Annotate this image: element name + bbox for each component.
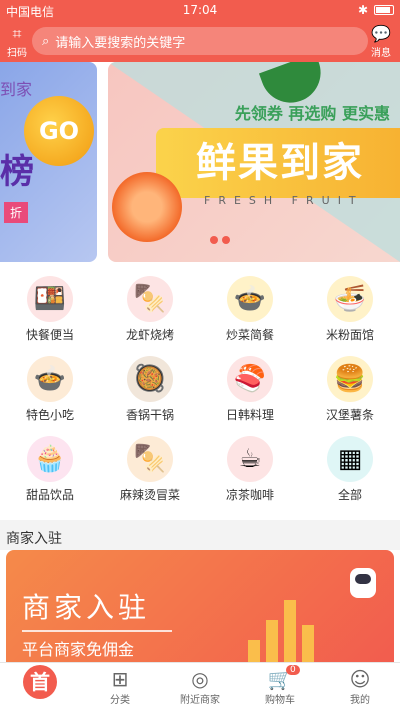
banner-title: 鲜果到家 — [156, 128, 400, 198]
status-bar: 中国电信 17:04 ✱ — [0, 0, 400, 22]
category-label: 香锅干锅 — [125, 408, 174, 422]
cart-badge: 0 — [286, 665, 300, 675]
bars-decoration — [248, 600, 314, 670]
robot-icon — [350, 568, 376, 598]
banner-left-big: 榜 — [0, 152, 34, 192]
tab-label: 我的 — [350, 695, 370, 706]
tab-label: 购物车 — [265, 695, 295, 706]
app-header: ⌗ 扫码 ⌕ 请输入要搜索的关键字 💬 消息 — [0, 22, 400, 62]
category-label: 麻辣烫冒菜 — [119, 488, 180, 502]
category-icon: 🍲 — [227, 276, 273, 322]
tab-nearby[interactable]: ◎ 附近商家 — [160, 663, 240, 711]
category-item[interactable]: 🍲 特色小吃 — [0, 350, 100, 430]
banner-left[interactable]: 到家 榜 GO 折 — [0, 62, 97, 262]
banner-left-sub: 折 — [4, 202, 29, 223]
tab-mine[interactable]: ☺ 我的 — [320, 663, 400, 711]
go-badge: GO — [24, 96, 94, 166]
section-title: 商家入驻 — [0, 520, 400, 550]
category-icon: 🍣 — [227, 356, 273, 402]
category-label: 日韩料理 — [225, 408, 274, 422]
category-icon: ☕ — [227, 436, 273, 482]
category-item[interactable]: 🍢 龙虾烧烤 — [100, 270, 200, 350]
orange-image — [112, 172, 182, 242]
battery-icon — [374, 5, 394, 15]
scan-button[interactable]: ⌗ 扫码 — [2, 24, 32, 59]
home-icon: 首 — [23, 665, 57, 699]
category-icon: 🍱 — [27, 276, 73, 322]
scan-icon: ⌗ — [12, 24, 22, 43]
category-item[interactable]: 🍢 麻辣烫冒菜 — [100, 430, 200, 510]
category-item[interactable]: ▦ 全部 — [300, 430, 400, 510]
category-label: 特色小吃 — [25, 408, 74, 422]
category-label: 全部 — [337, 488, 362, 502]
category-icon: ⊞ — [111, 667, 129, 691]
category-icon: 🍜 — [327, 276, 373, 322]
category-label: 凉茶咖啡 — [225, 488, 274, 502]
category-item[interactable]: 🍱 快餐便当 — [0, 270, 100, 350]
category-icon: 🧁 — [27, 436, 73, 482]
category-grid: 🍱 快餐便当 🍢 龙虾烧烤 🍲 炒菜简餐 🍜 米粉面馆 🍲 特色小吃 🥘 香锅干锅 🍣 日韩料理 🍔 汉堡薯条… — [0, 270, 400, 520]
category-icon: 🥘 — [127, 356, 173, 402]
category-label: 甜品饮品 — [25, 488, 74, 502]
tab-label: 附近商家 — [180, 695, 220, 706]
tab-category[interactable]: ⊞ 分类 — [80, 663, 160, 711]
merchant-title: 商家入驻 — [22, 591, 151, 624]
mine-icon: ☺ — [349, 667, 371, 691]
message-icon: 💬 — [371, 24, 391, 43]
category-label: 快餐便当 — [25, 328, 74, 342]
messages-label: 消息 — [371, 48, 391, 59]
scan-label: 扫码 — [7, 48, 27, 59]
divider — [22, 630, 172, 632]
tab-label: 分类 — [110, 695, 130, 706]
category-icon: 🍲 — [27, 356, 73, 402]
category-icon: 🍔 — [327, 356, 373, 402]
banner-slogan: 先领券 再选购 更实惠 — [234, 104, 390, 123]
tab-home[interactable]: 首 — [0, 663, 80, 711]
search-icon: ⌕ — [42, 33, 50, 49]
category-item[interactable]: 🍜 米粉面馆 — [300, 270, 400, 350]
category-label: 炒菜简餐 — [225, 328, 274, 342]
time-label: 17:04 — [182, 3, 218, 17]
search-placeholder: 请输入要搜索的关键字 — [55, 35, 186, 51]
category-label: 龙虾烧烤 — [125, 328, 174, 342]
tab-bar: 首 ⊞ 分类 ◎ 附近商家 🛒 购物车 0 ☺ 我的 — [0, 662, 400, 711]
merchant-line1: 平台商家免佣金 — [22, 640, 135, 659]
category-icon: ▦ — [327, 436, 373, 482]
category-label: 米粉面馆 — [325, 328, 374, 342]
carousel-dots — [210, 236, 230, 244]
category-item[interactable]: 🍲 炒菜简餐 — [200, 270, 300, 350]
category-item[interactable]: 🍔 汉堡薯条 — [300, 350, 400, 430]
cart-icon: 🛒 — [267, 667, 293, 691]
banner-left-tag: 到家 — [0, 80, 33, 99]
category-item[interactable]: 🧁 甜品饮品 — [0, 430, 100, 510]
bluetooth-icon: ✱ — [357, 3, 368, 17]
nearby-icon: ◎ — [191, 667, 209, 691]
tab-cart[interactable]: 🛒 购物车 0 — [240, 663, 320, 711]
category-label: 汉堡薯条 — [325, 408, 374, 422]
banner-english: FRESH FRUIT — [204, 194, 364, 207]
category-icon: 🍢 — [127, 436, 173, 482]
banner-main[interactable]: 先领券 再选购 更实惠 鲜果到家 FRESH FRUIT — [108, 62, 400, 262]
status-icons: ✱ — [358, 3, 394, 17]
messages-button[interactable]: 💬 消息 — [366, 24, 396, 59]
category-item[interactable]: 🍣 日韩料理 — [200, 350, 300, 430]
merchant-banner[interactable]: 商家入驻 平台商家免佣金 海量商家享购买 — [6, 550, 394, 670]
category-item[interactable]: ☕ 凉茶咖啡 — [200, 430, 300, 510]
category-item[interactable]: 🥘 香锅干锅 — [100, 350, 200, 430]
category-icon: 🍢 — [127, 276, 173, 322]
search-input[interactable]: ⌕ 请输入要搜索的关键字 — [32, 27, 368, 55]
